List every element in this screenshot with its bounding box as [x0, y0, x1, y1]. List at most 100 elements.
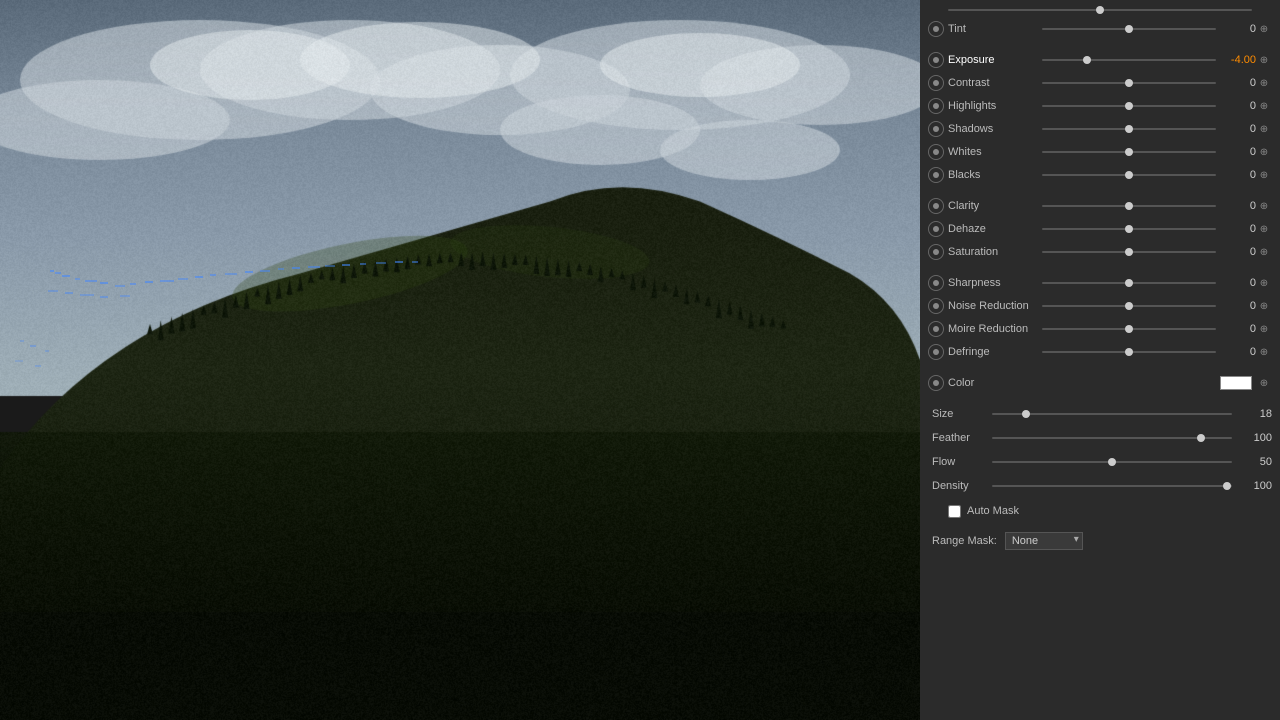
- noise-reduction-icon[interactable]: [928, 298, 944, 314]
- contrast-slider[interactable]: [1042, 81, 1216, 85]
- density-label: Density: [928, 480, 988, 492]
- saturation-label: Saturation: [948, 246, 1038, 258]
- moire-reduction-icon[interactable]: [928, 321, 944, 337]
- adjustment-panel: Tint 0 ⊕ Exposure -4.00 ⊕: [920, 0, 1280, 720]
- highlights-slider[interactable]: [1042, 104, 1216, 108]
- defringe-slider[interactable]: [1042, 350, 1216, 354]
- dehaze-icon[interactable]: [928, 221, 944, 237]
- color-row: Color ⊕: [928, 372, 1272, 394]
- contrast-value: 0: [1220, 77, 1256, 89]
- top-bare-slider[interactable]: [928, 4, 1272, 16]
- auto-mask-checkbox[interactable]: [948, 505, 961, 518]
- whites-value: 0: [1220, 146, 1256, 158]
- density-value: 100: [1236, 480, 1272, 492]
- whites-label: Whites: [948, 146, 1038, 158]
- clarity-row: Clarity 0 ⊕: [928, 195, 1272, 217]
- moire-reduction-label: Moire Reduction: [948, 323, 1038, 335]
- range-mask-wrapper[interactable]: None Luminance Color Depth: [1005, 532, 1083, 550]
- tint-reset[interactable]: ⊕: [1256, 21, 1272, 37]
- size-row: Size 18: [928, 403, 1272, 425]
- whites-reset[interactable]: ⊕: [1256, 144, 1272, 160]
- noise-reduction-label: Noise Reduction: [948, 300, 1038, 312]
- whites-slider[interactable]: [1042, 150, 1216, 154]
- range-mask-select[interactable]: None Luminance Color Depth: [1005, 532, 1083, 550]
- exposure-row: Exposure -4.00 ⊕: [928, 49, 1272, 71]
- size-slider[interactable]: [992, 412, 1232, 416]
- shadows-slider[interactable]: [1042, 127, 1216, 131]
- tint-icon[interactable]: [928, 21, 944, 37]
- image-canvas[interactable]: [0, 0, 920, 720]
- saturation-slider[interactable]: [1042, 250, 1216, 254]
- noise-reduction-row: Noise Reduction 0 ⊕: [928, 295, 1272, 317]
- dehaze-value: 0: [1220, 223, 1256, 235]
- noise-reduction-reset[interactable]: ⊕: [1256, 298, 1272, 314]
- exposure-slider[interactable]: [1042, 58, 1216, 62]
- tint-value: 0: [1220, 23, 1256, 35]
- feather-slider[interactable]: [992, 436, 1232, 440]
- exposure-icon[interactable]: [928, 52, 944, 68]
- exposure-label: Exposure: [948, 54, 1038, 66]
- exposure-reset[interactable]: ⊕: [1256, 52, 1272, 68]
- sharpness-reset[interactable]: ⊕: [1256, 275, 1272, 291]
- size-label: Size: [928, 408, 988, 420]
- clarity-value: 0: [1220, 200, 1256, 212]
- highlights-icon[interactable]: [928, 98, 944, 114]
- sharpness-label: Sharpness: [948, 277, 1038, 289]
- defringe-row: Defringe 0 ⊕: [928, 341, 1272, 363]
- flow-label: Flow: [928, 456, 988, 468]
- contrast-icon[interactable]: [928, 75, 944, 91]
- dehaze-row: Dehaze 0 ⊕: [928, 218, 1272, 240]
- defringe-icon[interactable]: [928, 344, 944, 360]
- auto-mask-label[interactable]: Auto Mask: [967, 505, 1019, 517]
- shadows-value: 0: [1220, 123, 1256, 135]
- density-slider[interactable]: [992, 484, 1232, 488]
- size-value: 18: [1236, 408, 1272, 420]
- blacks-label: Blacks: [948, 169, 1038, 181]
- saturation-icon[interactable]: [928, 244, 944, 260]
- sharpness-slider[interactable]: [1042, 281, 1216, 285]
- blacks-row: Blacks 0 ⊕: [928, 164, 1272, 186]
- flow-value: 50: [1236, 456, 1272, 468]
- sharpness-icon[interactable]: [928, 275, 944, 291]
- moire-reduction-reset[interactable]: ⊕: [1256, 321, 1272, 337]
- dehaze-slider[interactable]: [1042, 227, 1216, 231]
- flow-row: Flow 50: [928, 451, 1272, 473]
- tint-row: Tint 0 ⊕: [928, 18, 1272, 40]
- whites-icon[interactable]: [928, 144, 944, 160]
- blacks-slider[interactable]: [1042, 173, 1216, 177]
- shadows-icon[interactable]: [928, 121, 944, 137]
- highlights-label: Highlights: [948, 100, 1038, 112]
- sharpness-row: Sharpness 0 ⊕: [928, 272, 1272, 294]
- blacks-value: 0: [1220, 169, 1256, 181]
- dehaze-reset[interactable]: ⊕: [1256, 221, 1272, 237]
- density-row: Density 100: [928, 475, 1272, 497]
- exposure-value: -4.00: [1220, 54, 1256, 66]
- saturation-reset[interactable]: ⊕: [1256, 244, 1272, 260]
- feather-label: Feather: [928, 432, 988, 444]
- noise-reduction-value: 0: [1220, 300, 1256, 312]
- shadows-label: Shadows: [948, 123, 1038, 135]
- clarity-icon[interactable]: [928, 198, 944, 214]
- clarity-slider[interactable]: [1042, 204, 1216, 208]
- moire-reduction-slider[interactable]: [1042, 327, 1216, 331]
- highlights-reset[interactable]: ⊕: [1256, 98, 1272, 114]
- blacks-icon[interactable]: [928, 167, 944, 183]
- color-swatch[interactable]: [1220, 376, 1252, 390]
- contrast-reset[interactable]: ⊕: [1256, 75, 1272, 91]
- flow-slider[interactable]: [992, 460, 1232, 464]
- range-mask-label: Range Mask:: [932, 535, 997, 547]
- defringe-label: Defringe: [948, 346, 1038, 358]
- color-reset[interactable]: ⊕: [1256, 375, 1272, 391]
- blacks-reset[interactable]: ⊕: [1256, 167, 1272, 183]
- color-label: Color: [948, 377, 1038, 389]
- shadows-reset[interactable]: ⊕: [1256, 121, 1272, 137]
- color-icon[interactable]: [928, 375, 944, 391]
- noise-reduction-slider[interactable]: [1042, 304, 1216, 308]
- auto-mask-row: Auto Mask: [928, 501, 1272, 521]
- tint-slider[interactable]: [1042, 27, 1216, 31]
- contrast-row: Contrast 0 ⊕: [928, 72, 1272, 94]
- saturation-value: 0: [1220, 246, 1256, 258]
- defringe-reset[interactable]: ⊕: [1256, 344, 1272, 360]
- tint-label: Tint: [948, 23, 1038, 35]
- clarity-reset[interactable]: ⊕: [1256, 198, 1272, 214]
